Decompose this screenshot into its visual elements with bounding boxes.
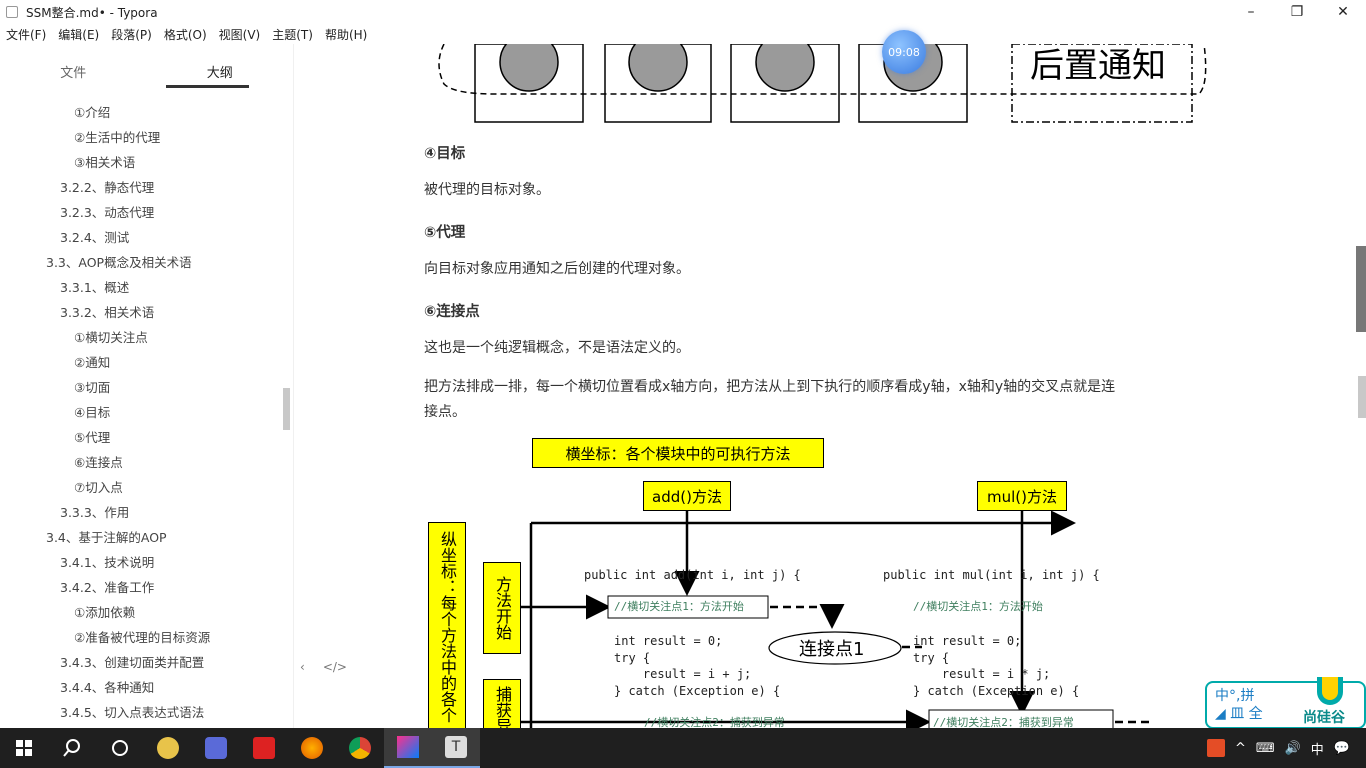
post-advice-label: 后置通知 [1030, 46, 1166, 86]
outline-item[interactable]: 3.3.2、相关术语 [0, 300, 282, 325]
windows-start-icon[interactable] [0, 728, 48, 768]
outline-item[interactable]: 3.3.1、概述 [0, 275, 282, 300]
tray-expand-icon[interactable]: ^ [1235, 741, 1246, 756]
editor[interactable]: 后置通知 ④目标 被代理的目标对象。 ⑤代理 向目标对象应用通知之后创建的代理对… [294, 44, 1366, 728]
outline-item[interactable]: ①介绍 [0, 100, 282, 125]
search-icon[interactable] [48, 728, 96, 768]
tab-outline[interactable]: 大纲 [147, 44, 294, 90]
task-view-icon[interactable] [96, 728, 144, 768]
code-mul-signature: public int mul(int i, int j) { [883, 568, 1100, 582]
title-bar: SSM整合.md• - Typora – ❐ ✕ [0, 0, 1366, 24]
heading-target: ④目标 [424, 146, 466, 162]
time-badge: 09:08 [882, 30, 926, 74]
code-add-line2: try { [614, 651, 651, 665]
volume-icon[interactable]: 🔊 [1285, 741, 1301, 756]
ime-icon[interactable]: 中 [1311, 739, 1324, 758]
outline-item[interactable]: 3.4.5、切入点表达式语法 [0, 700, 282, 725]
app-icon-1[interactable] [144, 728, 192, 768]
outline-item[interactable]: 3.2.3、动态代理 [0, 200, 282, 225]
chrome-icon[interactable] [336, 728, 384, 768]
menu-edit[interactable]: 编辑(E) [58, 26, 99, 43]
tab-files[interactable]: 文件 [0, 44, 147, 90]
editor-scrollbar[interactable] [1358, 376, 1366, 418]
watermark-logo: 中°,拼 ◢ 皿 全 尚硅谷 [1205, 677, 1366, 729]
intellij-icon[interactable] [384, 728, 432, 768]
menu-paragraph[interactable]: 段落(P) [111, 26, 152, 43]
menu-view[interactable]: 视图(V) [219, 26, 261, 43]
menu-theme[interactable]: 主题(T) [272, 26, 313, 43]
heading-proxy: ⑤代理 [424, 225, 466, 241]
code-add-line3: result = i + j; [614, 667, 752, 681]
outline-item[interactable]: 3.3.3、作用 [0, 500, 282, 525]
code-mul-comment: //横切关注点1：方法开始 [913, 600, 1043, 613]
app-icon-3[interactable] [240, 728, 288, 768]
outline-list: ①介绍 ②生活中的代理 ③相关术语 3.2.2、静态代理 3.2.3、动态代理 3.2.4… [0, 100, 282, 725]
outline-item[interactable]: 3.4.3、创建切面类并配置 [0, 650, 282, 675]
outline-item[interactable]: ④目标 [0, 400, 282, 425]
minimize-button[interactable]: – [1228, 0, 1274, 24]
code-mul-comment2: //横切关注点2：捕获到异常 [933, 716, 1074, 728]
typora-icon[interactable]: T [432, 728, 480, 768]
outline-item[interactable]: ②通知 [0, 350, 282, 375]
menu-bar: 文件(F) 编辑(E) 段落(P) 格式(O) 视图(V) 主题(T) 帮助(H… [0, 24, 1366, 44]
outline-item[interactable]: ⑤代理 [0, 425, 282, 450]
code-add-line1: int result = 0; [614, 634, 723, 648]
joinpoint-diagram-lines [521, 510, 1154, 728]
active-tab-indicator [166, 85, 249, 88]
target-text: 被代理的目标对象。 [424, 182, 550, 198]
menu-help[interactable]: 帮助(H) [325, 26, 367, 43]
joinpoint-text: 这也是一个纯逻辑概念，不是语法定义的。 [424, 340, 690, 356]
code-mul-line2: try { [913, 651, 950, 665]
outline-item[interactable]: 3.2.2、静态代理 [0, 175, 282, 200]
code-mul-line4: } catch (Exception e) { [913, 684, 1080, 698]
outline-item[interactable]: 3.4.4、各种通知 [0, 675, 282, 700]
outline-item[interactable]: ①横切关注点 [0, 325, 282, 350]
join-point-1-label: 连接点1 [799, 639, 865, 660]
outline-item[interactable]: 3.2.4、测试 [0, 225, 282, 250]
window-title: SSM整合.md• - Typora [26, 5, 158, 20]
window-scrollbar[interactable] [1356, 246, 1366, 332]
code-mul-line1: int result = 0; [913, 634, 1022, 648]
outline-item[interactable]: ②生活中的代理 [0, 125, 282, 150]
outline-item[interactable]: 3.4.2、准备工作 [0, 575, 282, 600]
maximize-button[interactable]: ❐ [1274, 0, 1320, 24]
atguigu-brand: 尚硅谷 [1303, 710, 1345, 726]
atguigu-logo-icon [1317, 677, 1343, 705]
taskbar: T ^ ⌨ 🔊 中 💬 [0, 728, 1366, 768]
joinpoint-paragraph-line2: 接点。 [424, 404, 466, 420]
keyboard-icon[interactable]: ⌨ [1256, 741, 1275, 756]
ime-toolbar-text: 中°,拼 ◢ 皿 全 [1215, 688, 1263, 722]
heading-joinpoint: ⑥连接点 [424, 304, 480, 320]
outline-item[interactable]: ⑦切入点 [0, 475, 282, 500]
outline-item[interactable]: 3.4.1、技术说明 [0, 550, 282, 575]
advice-diagram-fragment [438, 44, 1207, 123]
close-button[interactable]: ✕ [1320, 0, 1366, 24]
proxy-text: 向目标对象应用通知之后创建的代理对象。 [424, 261, 690, 277]
html5-icon[interactable] [1206, 739, 1225, 757]
notification-icon[interactable]: 💬 [1334, 741, 1350, 756]
sidebar-scrollbar[interactable] [283, 388, 290, 430]
joinpoint-paragraph-line1: 把方法排成一排，每一个横切位置看成x轴方向，把方法从上到下执行的顺序看成y轴，x… [424, 379, 1116, 395]
outline-item[interactable]: 3.4、基于注解的AOP [0, 525, 282, 550]
outline-item[interactable]: ③切面 [0, 375, 282, 400]
code-add-line4: } catch (Exception e) { [614, 684, 781, 698]
outline-item[interactable]: ①添加依赖 [0, 600, 282, 625]
outline-item[interactable]: ③相关术语 [0, 150, 282, 175]
menu-file[interactable]: 文件(F) [6, 26, 46, 43]
outline-item[interactable]: ②准备被代理的目标资源 [0, 625, 282, 650]
code-add-comment: //横切关注点1：方法开始 [614, 600, 744, 613]
app-icon-2[interactable] [192, 728, 240, 768]
sidebar: 文件 大纲 ①介绍 ②生活中的代理 ③相关术语 3.2.2、静态代理 3.2.3、动态代… [0, 44, 294, 728]
system-tray: ^ ⌨ 🔊 中 💬 [1206, 728, 1366, 768]
code-add-comment2: //横切关注点2：捕获到异常 [644, 716, 785, 728]
code-add-signature: public int add(int i, int j) { [584, 568, 801, 582]
outline-item[interactable]: 3.3、AOP概念及相关术语 [0, 250, 282, 275]
firefox-icon[interactable] [288, 728, 336, 768]
outline-item[interactable]: ⑥连接点 [0, 450, 282, 475]
menu-format[interactable]: 格式(O) [164, 26, 207, 43]
code-mul-line3: result = i * j; [913, 667, 1051, 681]
typora-app-icon [6, 6, 18, 18]
